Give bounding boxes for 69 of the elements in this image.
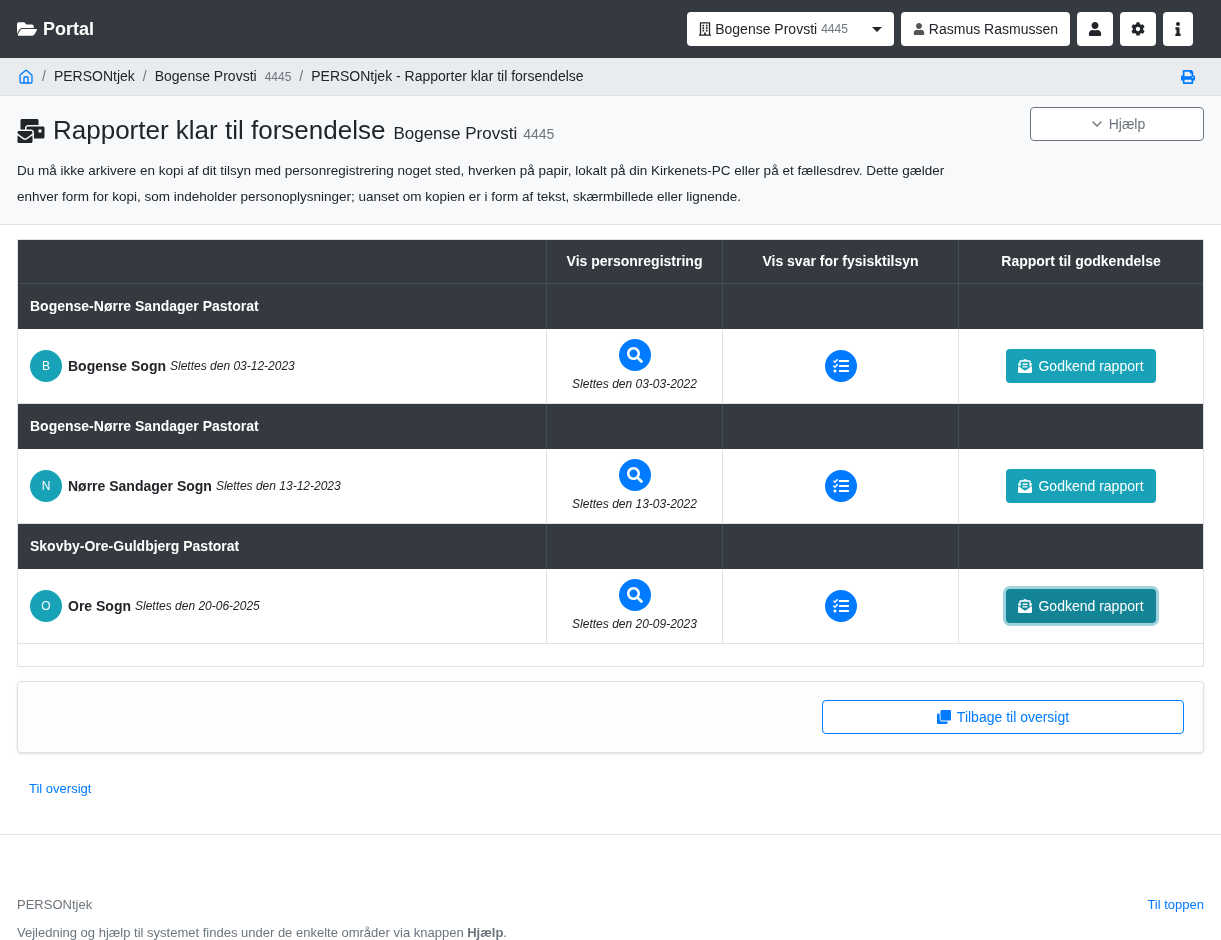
breadcrumb-separator: / bbox=[142, 67, 147, 86]
organization-select[interactable]: Bogense Provsti 4445 bbox=[687, 12, 894, 46]
parish-name: Bogense Sogn bbox=[68, 356, 166, 376]
profile-button[interactable] bbox=[1077, 12, 1113, 46]
approve-button[interactable]: Godkend rapport bbox=[1006, 589, 1156, 623]
checklist-button[interactable] bbox=[824, 470, 857, 502]
envelope-icon bbox=[1018, 359, 1033, 373]
page-title: Rapporter klar til forsendelse bbox=[53, 114, 386, 147]
registration-note: Slettes den 03-03-2022 bbox=[572, 376, 697, 393]
search-icon bbox=[626, 347, 643, 363]
building-icon bbox=[699, 22, 712, 36]
approve-button[interactable]: Godkend rapport bbox=[1006, 469, 1156, 503]
breadcrumb-item[interactable]: PERSONtjek bbox=[53, 66, 135, 87]
column-header: Vis personregistring bbox=[566, 252, 703, 271]
search-button[interactable] bbox=[618, 339, 651, 371]
registration-note: Slettes den 13-03-2022 bbox=[572, 496, 697, 513]
page-subtitle: Bogense Provsti 4445 bbox=[393, 122, 555, 145]
avatar: O bbox=[30, 590, 62, 622]
user-icon bbox=[1088, 22, 1102, 36]
column-header: Rapport til godkendelse bbox=[1001, 252, 1161, 271]
delete-note: Slettes den 03-12-2023 bbox=[170, 358, 295, 375]
delete-note: Slettes den 13-12-2023 bbox=[215, 478, 341, 495]
info-button[interactable] bbox=[1163, 12, 1193, 46]
column-header: Vis svar for fysisktilsyn bbox=[762, 252, 919, 271]
approve-button[interactable]: Godkend rapport bbox=[1006, 349, 1156, 383]
help-button[interactable]: Hjælp bbox=[1030, 107, 1204, 141]
envelope-icon bbox=[1018, 599, 1033, 613]
checklist-icon bbox=[832, 478, 849, 494]
footer-app-name: PERSONtjek bbox=[17, 896, 93, 914]
settings-icon bbox=[1131, 22, 1145, 36]
avatar: B bbox=[30, 350, 62, 382]
breadcrumb-item: PERSONtjek - Rapporter klar til forsendelse bbox=[311, 67, 584, 86]
checklist-icon bbox=[832, 598, 849, 614]
user-icon bbox=[912, 23, 925, 35]
brand-link[interactable]: Portal bbox=[43, 15, 94, 43]
org-code: 4445 bbox=[821, 21, 848, 38]
breadcrumb-separator: / bbox=[299, 67, 304, 86]
footer-help-text: Vejledning og hjælp til systemet findes under de enkelte områder via knappen Hjælp. bbox=[17, 923, 508, 940]
breadcrumb-separator: / bbox=[42, 67, 46, 86]
search-button[interactable] bbox=[618, 579, 651, 611]
info-icon bbox=[1172, 22, 1184, 36]
search-icon bbox=[626, 587, 643, 603]
mail-icon bbox=[17, 118, 45, 143]
parish-name: Nørre Sandager Sogn bbox=[68, 476, 212, 496]
pastorate-name: Bogense-Nørre Sandager Pastorat bbox=[30, 297, 259, 316]
overview-link[interactable]: Til oversigt bbox=[29, 781, 92, 796]
top-link[interactable]: Til toppen bbox=[1147, 895, 1204, 915]
checklist-button[interactable] bbox=[824, 590, 857, 622]
pastorate-name: Skovby-Ore-Guldbjerg Pastorat bbox=[30, 537, 240, 556]
notice-text: Du må ikke arkivere en kopi af dit tilsyn med personregistrering noget sted, hverken på papir, lokalt på din Kirkenets-PC eller på et fællesdrev. Dette gælder enhver form for kopi, som indeholder personoplysninger; uanset om kopien er i form af tekst, skærmbillede eller lignende. bbox=[17, 162, 946, 206]
settings-button[interactable] bbox=[1120, 12, 1156, 46]
folder-icon bbox=[17, 19, 37, 39]
search-button[interactable] bbox=[618, 459, 651, 491]
caret-icon bbox=[871, 26, 882, 32]
parish-name: Ore Sogn bbox=[68, 596, 131, 616]
back-button[interactable]: Tilbage til oversigt bbox=[822, 700, 1184, 734]
registration-note: Slettes den 20-09-2023 bbox=[572, 616, 697, 633]
pastorate-name: Bogense-Nørre Sandager Pastorat bbox=[30, 417, 259, 436]
checklist-icon bbox=[832, 358, 849, 374]
checklist-button[interactable] bbox=[824, 350, 857, 382]
user-button[interactable]: Rasmus Rasmussen bbox=[900, 12, 1070, 46]
delete-note: Slettes den 20-06-2025 bbox=[135, 598, 260, 615]
print-icon bbox=[1181, 69, 1195, 84]
breadcrumb-item[interactable]: Bogense Provsti 4445 bbox=[154, 66, 292, 87]
avatar: N bbox=[30, 470, 62, 502]
envelope-icon bbox=[1018, 479, 1033, 493]
copy-icon bbox=[936, 710, 951, 724]
search-icon bbox=[626, 467, 643, 483]
home-icon bbox=[18, 68, 34, 85]
